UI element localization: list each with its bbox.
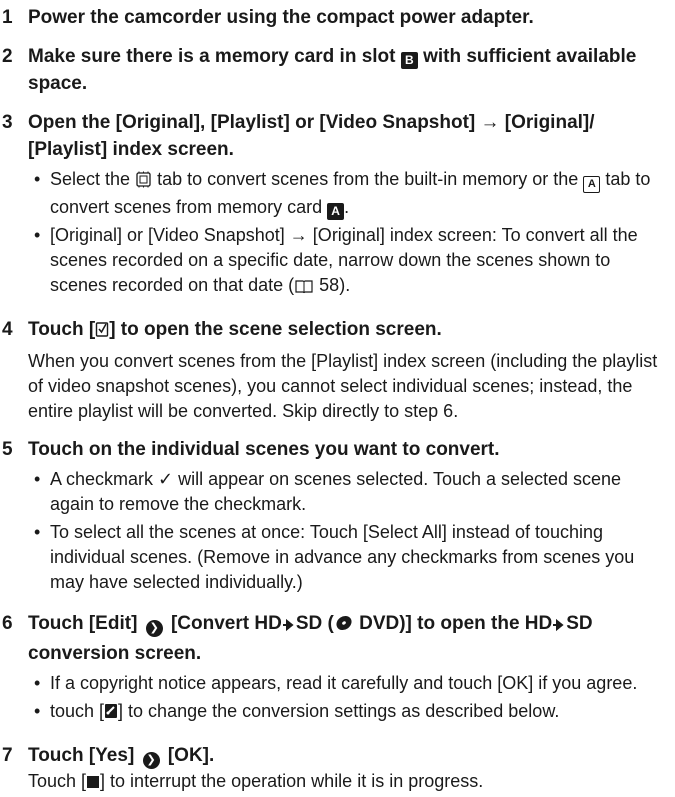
step-title-part: Touch [ (28, 319, 96, 340)
bullet-dot: • (34, 169, 41, 189)
step-number: 2 (2, 46, 13, 67)
instructions-page: 1 Power the camcorder using the compact … (0, 0, 675, 791)
step-title: Touch [ ] to open the scene selection scr… (28, 316, 667, 346)
step-title: Touch on the individual scenes you want … (28, 439, 500, 460)
step-body: Make sure there is a memory card in slot… (22, 43, 667, 97)
book-reference-icon (294, 276, 314, 301)
step-text-part: ] to interrupt the operation while it is… (100, 771, 484, 791)
step-4: 4 Touch [ ] to open the scene selection s… (0, 316, 667, 424)
bullet-text: . (344, 197, 350, 217)
step-body: Touch on the individual scenes you want … (22, 436, 667, 598)
bullet-item: • A checkmark ✓ will appear on scenes se… (28, 467, 667, 517)
step-number: 3 (2, 112, 13, 133)
bullet-text: A checkmark ✓ will appear on scenes sele… (50, 469, 622, 514)
settings-icon (104, 702, 118, 727)
card-slot-b-icon: B (400, 52, 418, 69)
bullet-item: • [Original] or [Video Snapshot] → [Orig… (28, 223, 667, 301)
step-1: 1 Power the camcorder using the compact … (0, 4, 667, 31)
step-text-part: Touch [ (28, 771, 87, 791)
bullet-item: • If a copyright notice appears, read it… (28, 671, 667, 696)
step-description: Touch [ ] to interrupt the operation whil… (28, 769, 667, 797)
convert-arrow-icon (552, 613, 566, 640)
step-title-part: SD ( (295, 613, 334, 634)
step-body: Touch [Yes] ❯ [OK]. Touch [ ] to interrup… (22, 742, 667, 797)
bullet-text: Select the (50, 169, 131, 189)
bullet-text: ] to change the conversion settings as d… (118, 701, 560, 721)
step-number: 5 (2, 439, 13, 460)
bullet-text: ). (339, 275, 351, 295)
step-title: Open the [Original], [Playlist] or [Vide… (28, 112, 595, 160)
step-number: 1 (2, 7, 13, 28)
step-title-part: Touch [Yes] (28, 745, 135, 766)
step-description: When you convert scenes from the [Playli… (28, 351, 658, 421)
step-number: 7 (2, 745, 13, 766)
step-title-part: [Convert HD (170, 613, 282, 634)
bullet-text: If a copyright notice appears, read it c… (50, 673, 638, 693)
menu-arrow-icon: ❯ (145, 620, 163, 637)
card-a-tab-icon: A (583, 176, 601, 193)
bullet-item: • To select all the scenes at once: Touc… (28, 520, 667, 595)
menu-arrow-icon: ❯ (142, 752, 160, 769)
step-title-part: DVD)] to open the HD (359, 613, 553, 634)
bullet-item: • Select the tab to convert scenes from … (28, 167, 667, 220)
bullet-list: • A checkmark ✓ will appear on scenes se… (28, 467, 667, 595)
dvd-disc-icon (334, 613, 354, 640)
select-scenes-icon (95, 319, 109, 346)
bullet-text: To select all the scenes at once: Touch … (50, 522, 635, 592)
step-2: 2 Make sure there is a memory card in sl… (0, 43, 667, 97)
card-slot-a-icon: A (327, 203, 345, 220)
step-title: Power the camcorder using the compact po… (28, 7, 534, 28)
step-number: 4 (2, 319, 13, 340)
stop-icon (86, 772, 100, 797)
step-7: 7 Touch [Yes] ❯ [OK]. Touch [ ] to interr… (0, 742, 667, 797)
step-5: 5 Touch on the individual scenes you wan… (0, 436, 667, 598)
bullet-text: touch [ (50, 701, 105, 721)
step-title-part: Make sure there is a memory card in slot (28, 46, 396, 67)
built-in-memory-icon (135, 170, 152, 195)
bullet-dot: • (34, 225, 41, 245)
bullet-text: tab to convert scenes from the built-in … (157, 169, 579, 189)
bullet-dot: • (34, 469, 41, 489)
step-title: Make sure there is a memory card in slot… (28, 43, 667, 97)
step-title-part: Touch [Edit] (28, 613, 138, 634)
step-6: 6 Touch [Edit] ❯ [Convert HD SD ( DVD)] t… (0, 610, 667, 730)
step-title: Touch [Edit] ❯ [Convert HD SD ( DVD)] to … (28, 610, 667, 667)
step-title-part: [OK]. (167, 745, 215, 766)
step-body: Touch [Edit] ❯ [Convert HD SD ( DVD)] to … (22, 610, 667, 730)
bullet-list: • Select the tab to convert scenes from … (28, 167, 667, 301)
step-body: Power the camcorder using the compact po… (22, 4, 667, 31)
bullet-dot: • (34, 701, 41, 721)
step-title-part: ] to open the scene selection screen. (109, 319, 442, 340)
bullet-list: • If a copyright notice appears, read it… (28, 671, 667, 727)
step-number: 6 (2, 613, 13, 634)
bullet-dot: • (34, 673, 41, 693)
step-body: Open the [Original], [Playlist] or [Vide… (22, 109, 667, 304)
step-body: Touch [ ] to open the scene selection scr… (22, 316, 667, 424)
step-title: Touch [Yes] ❯ [OK]. (28, 742, 667, 769)
page-reference: 58 (319, 275, 340, 295)
step-3: 3 Open the [Original], [Playlist] or [Vi… (0, 109, 667, 304)
convert-arrow-icon (282, 613, 296, 640)
bullet-dot: • (34, 522, 41, 542)
bullet-item: • touch [ ] to change the conversion sett… (28, 699, 667, 727)
